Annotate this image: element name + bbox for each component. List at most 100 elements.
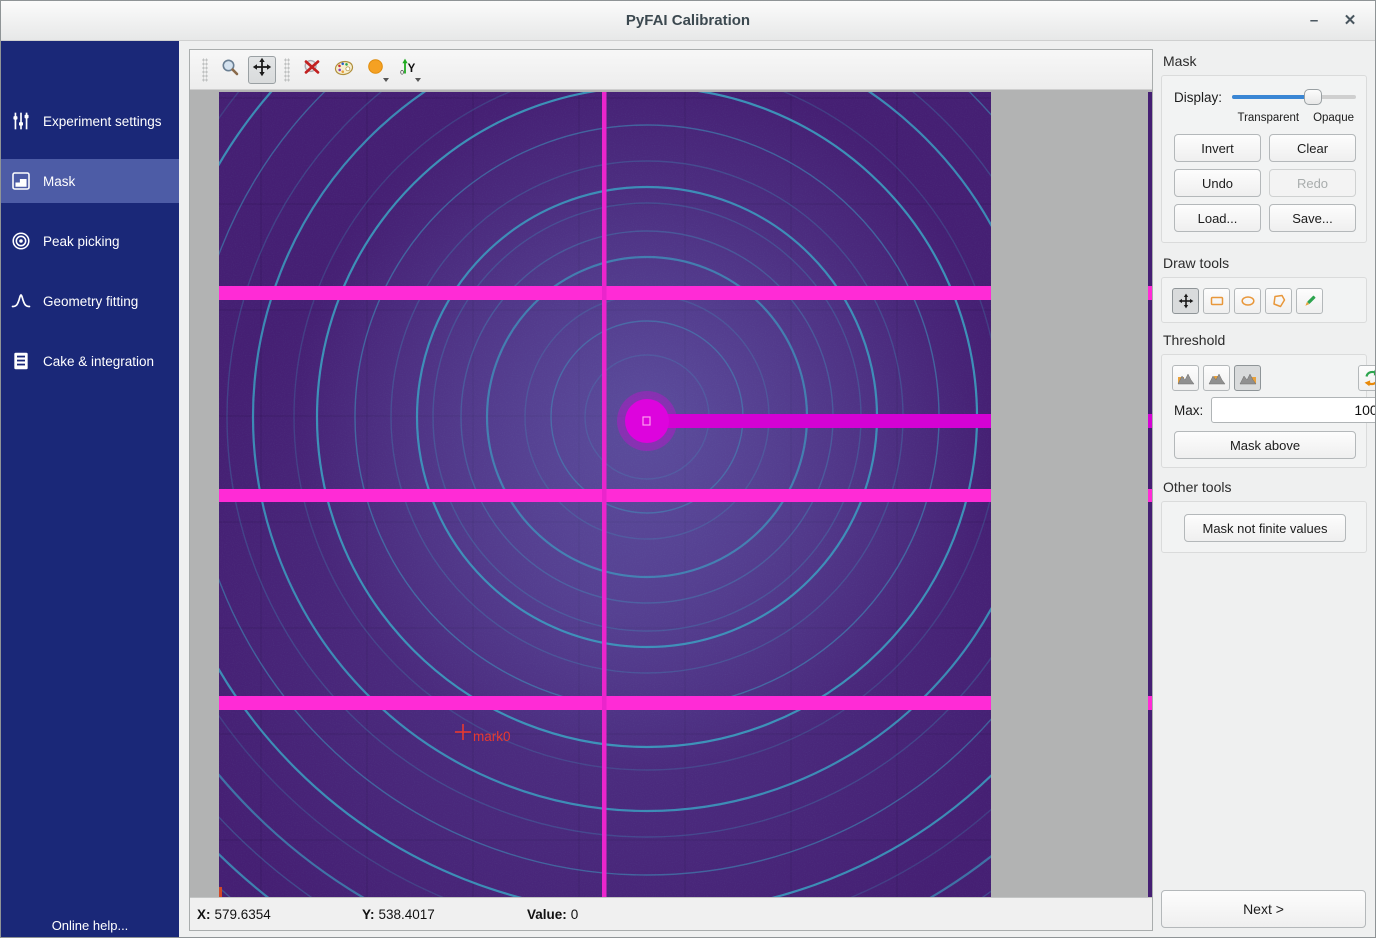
status-value: Value:0: [527, 907, 692, 922]
pencil-icon: [1302, 293, 1318, 309]
transparent-label: Transparent: [1237, 112, 1299, 124]
draw-tools-group: [1161, 277, 1367, 323]
position-statusbar: X: 579.6354 Y: 538.4017 Value:0: [190, 897, 1152, 930]
histogram-between-icon: [1208, 371, 1226, 385]
svg-text:Y: Y: [408, 63, 416, 75]
title-bar: PyFAI Calibration – ✕: [1, 1, 1375, 41]
mask-display-slider[interactable]: [1232, 88, 1356, 106]
mask-between-threshold-button[interactable]: [1203, 365, 1230, 391]
mask-below-threshold-button[interactable]: [1172, 365, 1199, 391]
mask-vertical-line: [602, 92, 607, 899]
plot-toolbar: Y 0: [190, 50, 1152, 90]
rectangle-tool-button[interactable]: [1203, 288, 1230, 314]
status-value-value: 0: [571, 907, 579, 922]
app-window: PyFAI Calibration – ✕ Experiment setting…: [0, 0, 1376, 938]
mask-buttons-grid: Invert Clear Undo Redo Load... Save...: [1174, 134, 1356, 232]
other-tools-group: Mask not finite values: [1161, 501, 1367, 553]
max-label: Max:: [1174, 403, 1203, 418]
mask-tools-button[interactable]: [362, 56, 390, 84]
other-tools-title: Other tools: [1163, 479, 1231, 495]
dropdown-caret-icon: [383, 78, 389, 82]
plot-widget: Y 0: [189, 49, 1153, 931]
zoom-mode-button[interactable]: [216, 56, 244, 84]
magnifier-icon: [220, 57, 240, 82]
colormap-button[interactable]: [330, 56, 358, 84]
mask-section-title: Mask: [1163, 53, 1196, 69]
concentric-rings-icon: [11, 231, 31, 251]
sidebar-item-peak-picking[interactable]: Peak picking: [1, 219, 179, 263]
status-x: X: 579.6354: [197, 907, 362, 922]
ellipse-icon: [1240, 293, 1256, 309]
pencil-tool-button[interactable]: [1296, 288, 1323, 314]
svg-text:0: 0: [400, 69, 404, 76]
display-row: Display:: [1174, 88, 1356, 106]
rectangle-icon: [1209, 293, 1225, 309]
mask-icon: [11, 171, 31, 191]
polygon-tool-button[interactable]: [1265, 288, 1292, 314]
beamstop-circle: [625, 399, 669, 443]
save-button[interactable]: Save...: [1269, 204, 1356, 232]
diffraction-image[interactable]: mark0: [219, 92, 991, 899]
mask-display-slider-handle[interactable]: [1304, 89, 1322, 105]
clear-button[interactable]: Clear: [1269, 134, 1356, 162]
status-x-label: X:: [197, 907, 211, 922]
sidebar-item-label: Mask: [43, 174, 75, 189]
status-y-value: 538.4017: [379, 907, 435, 922]
mask-display-slider-fill: [1232, 95, 1313, 99]
invert-button[interactable]: Invert: [1174, 134, 1261, 162]
ellipse-tool-button[interactable]: [1234, 288, 1261, 314]
sidebar-item-experiment-settings[interactable]: Experiment settings: [1, 99, 179, 143]
document-icon: [11, 351, 31, 371]
pan-arrows-icon: [252, 57, 272, 82]
polygon-icon: [1271, 293, 1287, 309]
plot-canvas[interactable]: mark0: [190, 90, 1152, 899]
draw-tools-row: [1172, 288, 1323, 314]
sliders-icon: [11, 111, 31, 131]
minimize-button[interactable]: –: [1297, 1, 1331, 41]
mask-not-finite-button[interactable]: Mask not finite values: [1184, 514, 1346, 542]
status-x-value: 579.6354: [215, 907, 271, 922]
mask-side-panel: Mask Display: Transparent Opaque Invert …: [1159, 49, 1371, 933]
sidebar-item-label: Peak picking: [43, 234, 120, 249]
image-edge-sliver: [1148, 92, 1152, 899]
sidebar-item-label: Cake & integration: [43, 354, 154, 369]
mask-group: Display: Transparent Opaque Invert Clear…: [1161, 75, 1367, 243]
max-threshold-input[interactable]: [1211, 397, 1376, 423]
peak-marker-label: mark0: [473, 729, 511, 744]
y-axis-orientation-button[interactable]: Y 0: [394, 56, 422, 84]
online-help-link[interactable]: Online help...: [1, 918, 179, 933]
crosshair-disable-button[interactable]: [298, 56, 326, 84]
pan-mode-button[interactable]: [248, 56, 276, 84]
redo-button[interactable]: Redo: [1269, 169, 1356, 197]
peak-curve-icon: [11, 291, 31, 311]
max-row: Max:: [1174, 397, 1356, 423]
pan-arrows-icon: [1178, 293, 1194, 309]
close-button[interactable]: ✕: [1333, 1, 1367, 41]
next-button[interactable]: Next >: [1161, 890, 1366, 928]
refresh-threshold-button[interactable]: [1358, 365, 1376, 391]
threshold-tools-row: [1172, 365, 1376, 391]
toolbar-grip[interactable]: [202, 58, 208, 82]
threshold-title: Threshold: [1163, 332, 1225, 348]
histogram-above-icon: [1239, 371, 1257, 385]
task-sidebar: Experiment settings Mask Peak picking Ge…: [1, 41, 179, 938]
status-y: Y: 538.4017: [362, 907, 527, 922]
load-button[interactable]: Load...: [1174, 204, 1261, 232]
draw-tools-title: Draw tools: [1163, 255, 1229, 271]
display-label: Display:: [1174, 90, 1222, 105]
sidebar-item-label: Experiment settings: [43, 114, 162, 129]
pan-draw-tool-button[interactable]: [1172, 288, 1199, 314]
refresh-icon: [1363, 369, 1376, 387]
histogram-below-icon: [1177, 371, 1195, 385]
sidebar-item-mask[interactable]: Mask: [1, 159, 179, 203]
sidebar-item-geometry-fitting[interactable]: Geometry fitting: [1, 279, 179, 323]
mask-above-button[interactable]: Mask above: [1174, 431, 1356, 459]
red-cross-icon: [302, 57, 322, 82]
toolbar-grip[interactable]: [284, 58, 290, 82]
mask-above-threshold-button[interactable]: [1234, 365, 1261, 391]
sidebar-item-cake-integration[interactable]: Cake & integration: [1, 339, 179, 383]
threshold-group: Max: Mask above: [1161, 354, 1367, 468]
status-y-label: Y:: [362, 907, 375, 922]
undo-button[interactable]: Undo: [1174, 169, 1261, 197]
slider-extremes-row: Transparent Opaque: [1174, 112, 1356, 124]
